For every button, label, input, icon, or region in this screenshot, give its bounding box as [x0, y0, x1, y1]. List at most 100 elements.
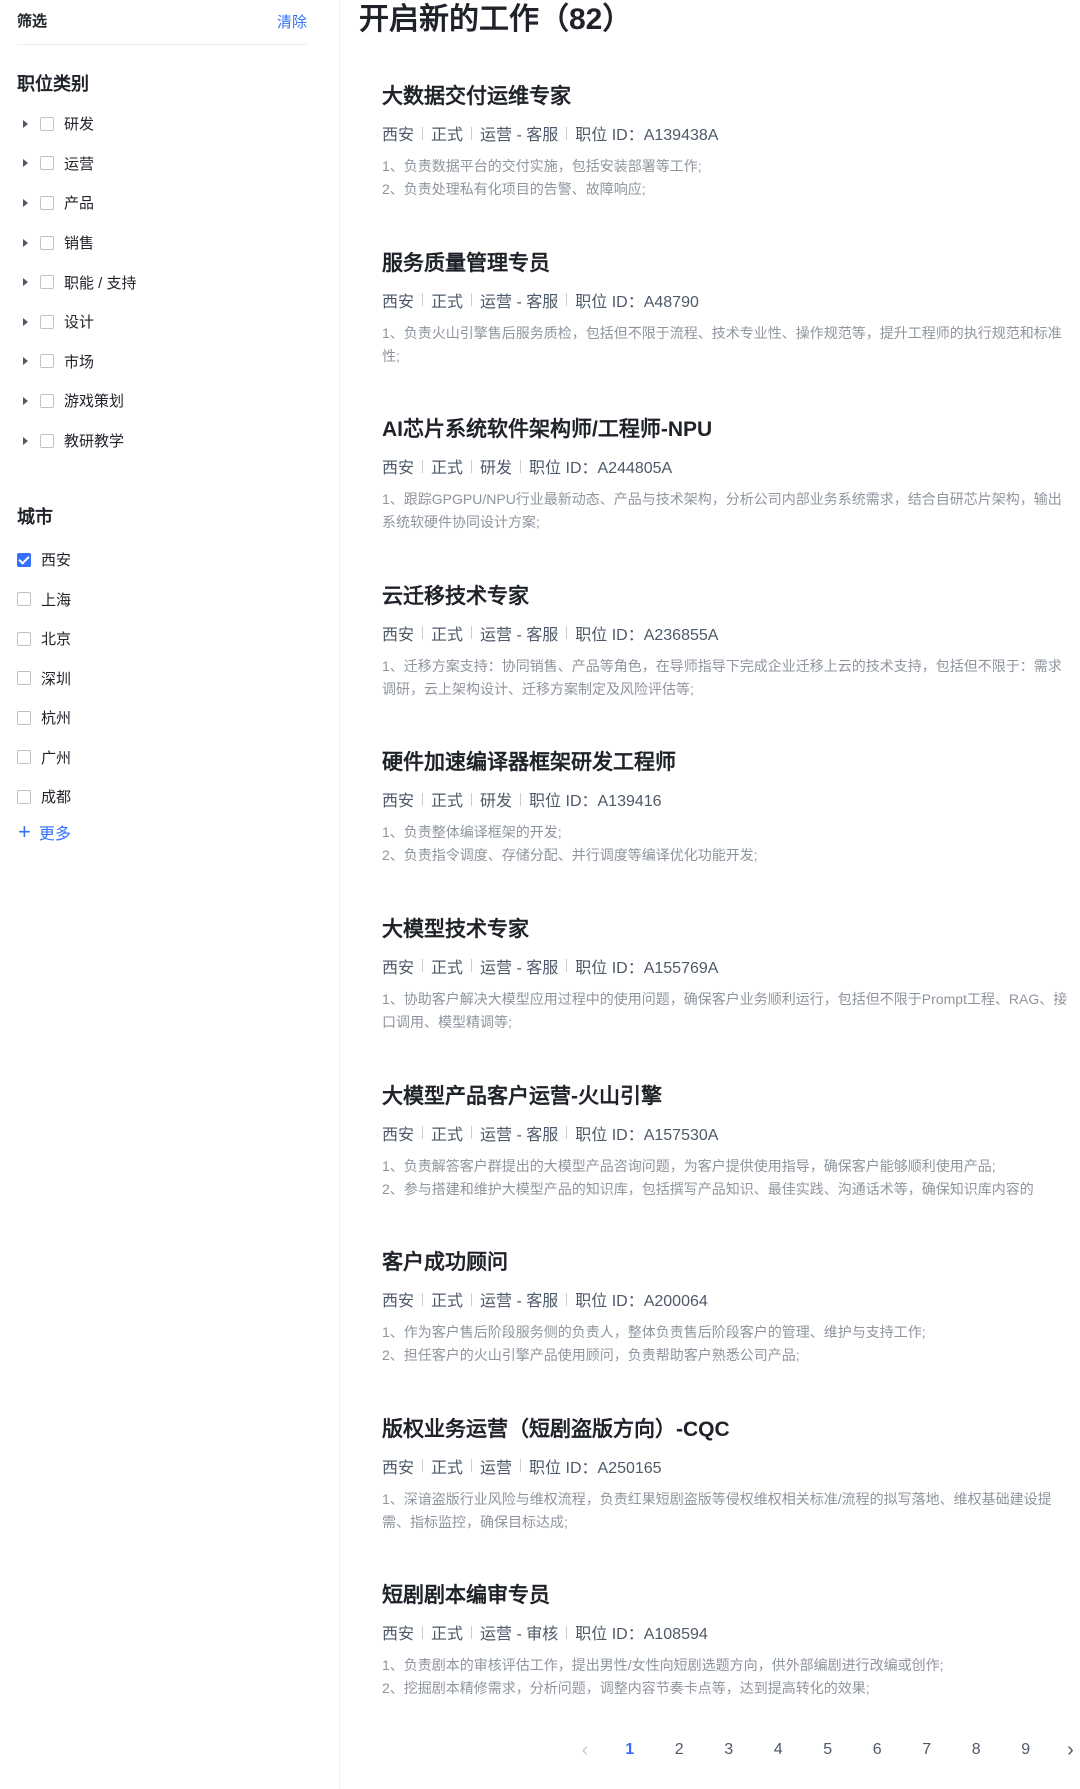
category-checkbox[interactable] — [40, 354, 54, 369]
job-card[interactable]: 客户成功顾问 西安 正式 运营 - 客服 职位 ID：A200064 1、作为客户售后阶段… — [382, 1248, 1072, 1415]
more-cities-button[interactable]: + 更多 — [18, 820, 71, 844]
job-meta-item: 西安 — [382, 1126, 415, 1144]
meta-separator — [422, 1625, 424, 1639]
next-page-button[interactable]: › — [1051, 1739, 1080, 1762]
more-cities-label: 更多 — [38, 826, 71, 843]
category-item[interactable]: 教研教学 — [17, 421, 317, 461]
meta-separator — [566, 626, 568, 640]
caret-right-icon[interactable] — [23, 436, 28, 445]
category-item[interactable]: 产品 — [17, 183, 317, 223]
city-item[interactable]: 上海 — [17, 580, 317, 620]
page-number-button[interactable]: 2 — [655, 1741, 705, 1759]
caret-right-icon[interactable] — [23, 278, 28, 287]
job-card[interactable]: 短剧剧本编审专员西安 正式 运营 - 审核 职位 ID：A108594 1、负责剧本的审… — [382, 1581, 1072, 1748]
job-title[interactable]: 客户成功顾问 — [382, 1248, 1072, 1278]
job-description: 1、深谙盗版行业风险与维权流程，负责红果短剧盗版等侵权维权相关标准/流程的拟写落… — [382, 1490, 1052, 1530]
category-item[interactable]: 销售 — [17, 223, 317, 263]
city-label: 西安 — [41, 552, 72, 570]
category-label: 市场 — [64, 353, 95, 371]
caret-right-icon[interactable] — [23, 357, 28, 366]
job-meta-item: 职位 ID：A200064 — [575, 1293, 708, 1311]
job-meta-item: 正式 — [431, 1626, 464, 1644]
job-title[interactable]: 硬件加速编译器框架研发工程师 — [382, 748, 1072, 778]
category-item[interactable]: 游戏策划 — [17, 381, 317, 421]
job-meta-item: 职位 ID：A48790 — [575, 293, 699, 311]
job-title[interactable]: 大数据交付运维专家 — [382, 82, 1072, 112]
city-item[interactable]: 成都 — [17, 777, 317, 817]
job-title[interactable]: 服务质量管理专员 — [382, 249, 1072, 279]
job-title[interactable]: 大模型产品客户运营-火山引擎 — [382, 1082, 1072, 1112]
city-item[interactable]: 深圳 — [17, 659, 317, 699]
job-card[interactable]: 大模型技术专家 西安 正式 运营 - 客服 职位 ID：A155769A 1、协助客户解决… — [382, 915, 1072, 1082]
job-title[interactable]: 大模型技术专家 — [382, 915, 1072, 945]
category-checkbox[interactable] — [40, 156, 54, 171]
city-checkbox[interactable] — [17, 671, 31, 686]
page-number-button[interactable]: 1 — [605, 1741, 655, 1759]
page-number-button[interactable]: 8 — [952, 1741, 1002, 1759]
job-description: 1、负责剧本的审核评估工作，提出男性/女性向短剧选题方向，供外部编剧进行改编或创… — [382, 1657, 944, 1697]
job-card[interactable]: 云迁移技术专家 西安 正式 运营 - 客服 职位 ID：A236855A 1、迁移方案支持… — [382, 582, 1072, 749]
city-checkbox[interactable] — [17, 710, 31, 725]
job-card[interactable]: 大模型产品客户运营-火山引擎 西安 正式 运营 - 客服 职位 ID：A157530A 1… — [382, 1082, 1072, 1249]
job-meta-item: 正式 — [431, 1293, 464, 1311]
job-meta-item: 正式 — [431, 127, 464, 144]
category-label: 教研教学 — [64, 433, 125, 451]
category-label: 销售 — [64, 235, 95, 253]
caret-right-icon[interactable] — [23, 198, 28, 207]
job-meta-item: 运营 - 客服 — [480, 626, 559, 644]
category-item[interactable]: 设计 — [17, 302, 317, 342]
job-card[interactable]: AI芯片系统软件架构师/工程师-NPU 西安 正式 研发 职位 ID：A244805A 1… — [382, 415, 1072, 582]
city-item[interactable]: 广州 — [17, 738, 317, 778]
job-title[interactable]: AI芯片系统软件架构师/工程师-NPU — [382, 415, 1072, 445]
page-number-button[interactable]: 6 — [853, 1741, 903, 1759]
job-title[interactable]: 版权业务运营（短剧盗版方向）-CQC — [382, 1415, 1072, 1445]
job-meta-item: 西安 — [382, 293, 415, 311]
job-meta-item: 研发 — [480, 460, 513, 478]
city-checkbox[interactable] — [17, 552, 31, 567]
city-checkbox[interactable] — [17, 750, 31, 765]
job-title[interactable]: 云迁移技术专家 — [382, 582, 1072, 612]
job-card[interactable]: 硬件加速编译器框架研发工程师 西安 正式 研发 职位 ID：A139416 1、负责整体编… — [382, 748, 1072, 915]
caret-right-icon[interactable] — [23, 119, 28, 128]
category-checkbox[interactable] — [40, 393, 54, 408]
city-item[interactable]: 杭州 — [17, 698, 317, 738]
category-checkbox[interactable] — [40, 314, 54, 329]
job-meta-item: 运营 — [480, 1459, 513, 1477]
job-meta-item: 职位 ID：A236855A — [575, 626, 719, 644]
job-meta: 西安 正式 运营 - 客服 职位 ID：A139438A — [382, 122, 1072, 144]
category-checkbox[interactable] — [40, 235, 54, 250]
page-number-button[interactable]: 4 — [754, 1741, 804, 1759]
job-card[interactable]: 大数据交付运维专家 西安 正式 运营 - 客服 职位 ID：A139438A 1、负责数据… — [382, 82, 1072, 249]
job-meta-item: 正式 — [431, 793, 464, 811]
city-checkbox[interactable] — [17, 631, 31, 646]
page-number-button[interactable]: 3 — [704, 1741, 754, 1759]
job-meta: 西安 正式 运营 - 审核 职位 ID：A108594 — [382, 1621, 1072, 1643]
city-item[interactable]: 西安 — [17, 540, 317, 580]
category-item[interactable]: 市场 — [17, 342, 317, 382]
job-card[interactable]: 服务质量管理专员 西安 正式 运营 - 客服 职位 ID：A48790 1、负责火山引擎售… — [382, 249, 1072, 416]
category-checkbox[interactable] — [40, 195, 54, 210]
category-checkbox[interactable] — [40, 116, 54, 131]
city-checkbox[interactable] — [17, 789, 31, 804]
caret-right-icon[interactable] — [23, 159, 28, 168]
meta-separator — [471, 959, 473, 973]
category-checkbox[interactable] — [40, 433, 54, 448]
category-checkbox[interactable] — [40, 275, 54, 290]
page-number-button[interactable]: 7 — [902, 1741, 952, 1759]
city-checkbox[interactable] — [17, 592, 31, 607]
job-card[interactable]: 版权业务运营（短剧盗版方向）-CQC 西安 正式 运营 职位 ID：A250165 1、深… — [382, 1415, 1072, 1582]
caret-right-icon[interactable] — [23, 317, 28, 326]
caret-right-icon[interactable] — [23, 238, 28, 247]
page-number-button[interactable]: 5 — [803, 1741, 853, 1759]
page-number-button[interactable]: 9 — [1001, 1741, 1051, 1759]
city-item[interactable]: 北京 — [17, 619, 317, 659]
meta-separator — [520, 792, 522, 806]
meta-separator — [422, 626, 424, 640]
prev-page-button[interactable]: ‹ — [565, 1739, 605, 1762]
caret-right-icon[interactable] — [23, 396, 28, 405]
job-title[interactable]: 短剧剧本编审专员 — [382, 1581, 1072, 1611]
clear-filters-button[interactable]: 清除 — [277, 11, 307, 32]
category-item[interactable]: 研发 — [17, 104, 317, 144]
category-item[interactable]: 运营 — [17, 144, 317, 184]
category-item[interactable]: 职能 / 支持 — [17, 262, 317, 302]
